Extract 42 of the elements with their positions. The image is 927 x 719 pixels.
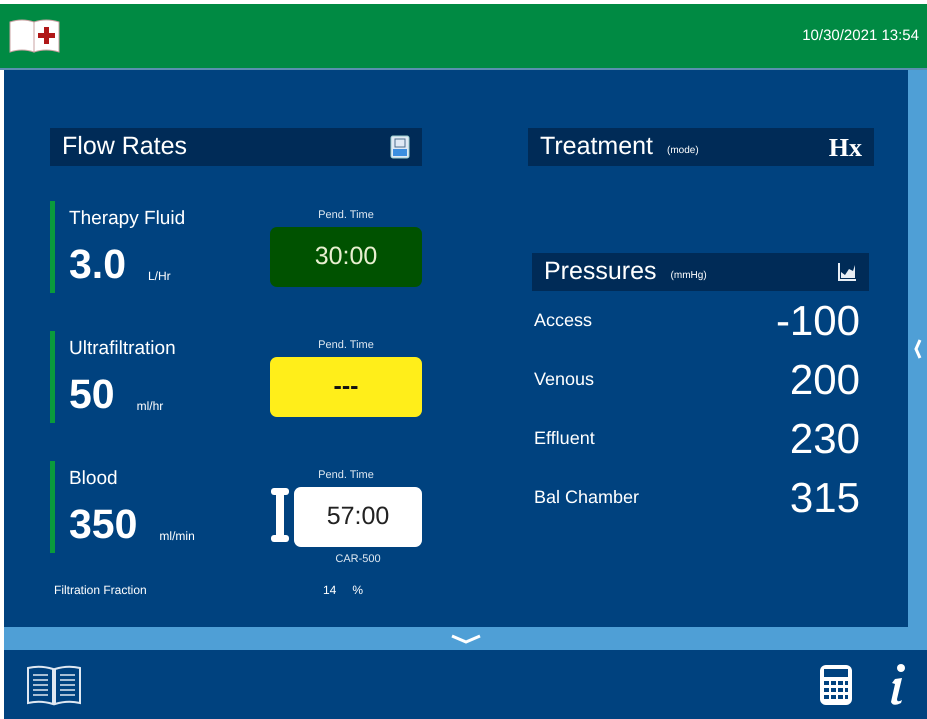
pend-time-label: Pend. Time	[317, 468, 375, 483]
section-title: Pressures	[544, 256, 657, 288]
flow-unit: ml/min	[159, 528, 195, 544]
pressure-label: Venous	[534, 368, 594, 391]
flow-label: Ultrafiltration	[69, 337, 177, 361]
section-title: Treatment	[540, 131, 654, 162]
flow-value[interactable]: 3.0	[69, 244, 126, 284]
pend-time-button[interactable]: ---	[270, 356, 422, 416]
pressure-label: Effluent	[534, 427, 595, 450]
flow-value[interactable]: 350	[69, 504, 138, 544]
pressure-label: Bal Chamber	[534, 486, 640, 509]
book-icon[interactable]	[26, 664, 82, 706]
flow-unit: L/Hr	[148, 268, 171, 284]
pressure-value: 230	[790, 418, 860, 460]
pend-time-button[interactable]: 30:00	[270, 226, 422, 286]
flow-value[interactable]: 50	[69, 374, 115, 414]
handle-icon	[270, 487, 290, 543]
section-note: (mmHg)	[670, 268, 707, 282]
filtration-label: Filtration Fraction	[53, 582, 148, 599]
book-with-cross-icon[interactable]	[8, 18, 61, 54]
pend-time-button[interactable]: 57:00	[294, 486, 422, 546]
flow-label: Blood	[69, 467, 119, 491]
pressure-value: 200	[790, 358, 860, 400]
pend-time-label: Pend. Time	[317, 208, 375, 223]
section-title: Flow Rates	[62, 131, 188, 162]
device-label: CAR-500	[334, 552, 382, 566]
treatment-mode: Hx	[828, 132, 862, 164]
section-note: (mode)	[667, 144, 699, 158]
date-time: 10/30/2021 13:54	[802, 26, 919, 46]
chevron-left-icon	[914, 338, 922, 360]
pressure-label: Access	[534, 309, 592, 332]
flow-unit: ml/hr	[136, 398, 164, 414]
pressure-value: 315	[790, 476, 860, 518]
chevron-down-icon	[450, 634, 482, 644]
calculator-icon[interactable]	[819, 664, 853, 706]
pressure-value: -100	[776, 300, 860, 342]
pend-time-label: Pend. Time	[317, 338, 375, 353]
filtration-value: 14	[323, 582, 336, 599]
flow-label: Therapy Fluid	[69, 207, 186, 231]
chart-icon[interactable]	[837, 262, 857, 282]
filtration-unit: %	[352, 582, 364, 599]
document-icon[interactable]	[390, 135, 410, 159]
